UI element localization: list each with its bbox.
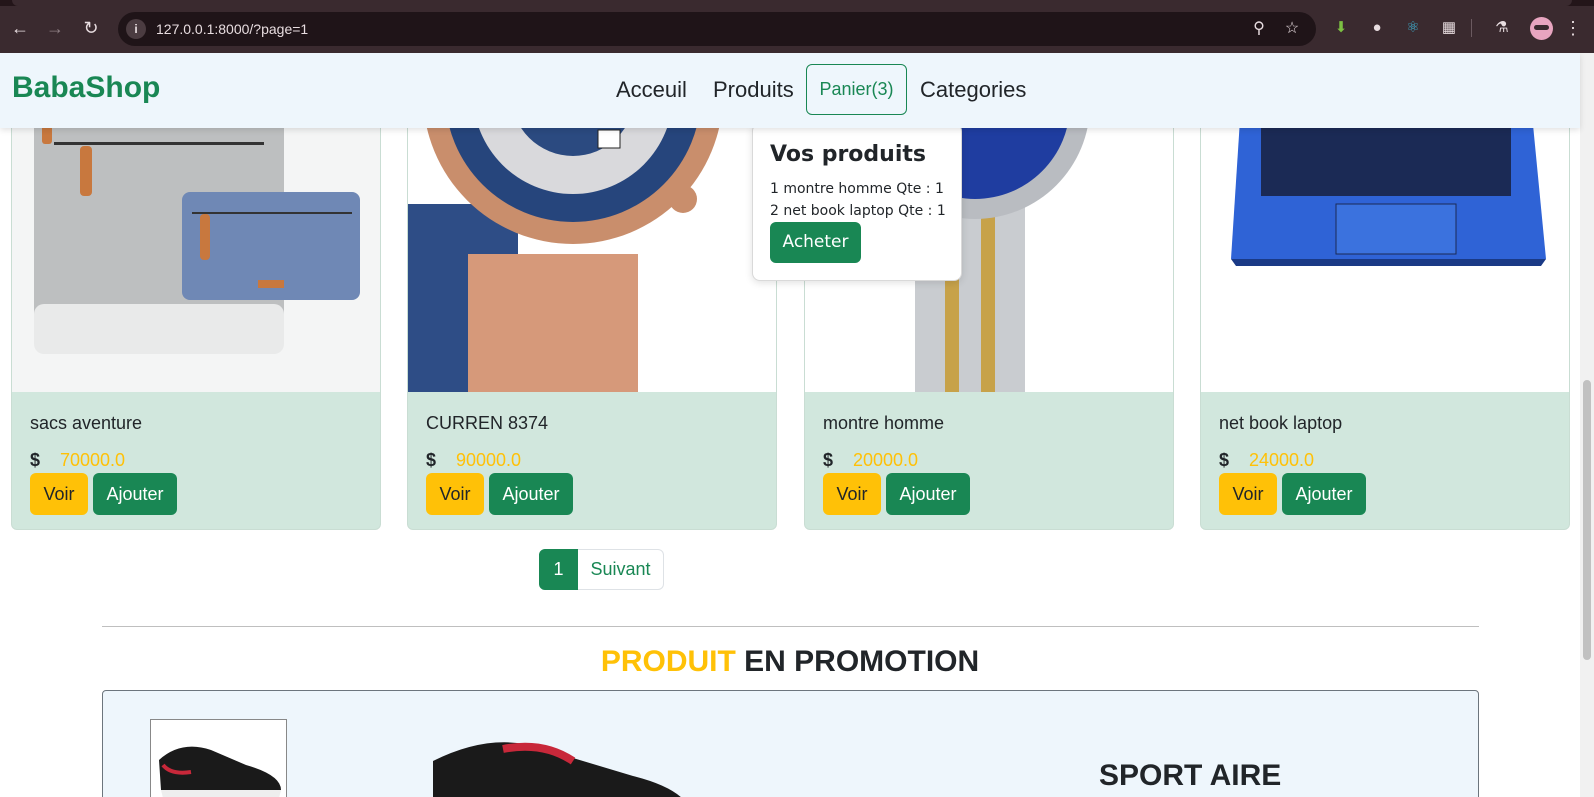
promo-title-rest: EN PROMOTION: [735, 645, 980, 678]
page-scrollbar[interactable]: [1580, 53, 1594, 797]
nav-link-produits[interactable]: Produits: [713, 77, 794, 103]
view-button[interactable]: Voir: [1219, 473, 1277, 515]
product-name[interactable]: sacs aventure: [30, 413, 142, 434]
view-button[interactable]: Voir: [823, 473, 881, 515]
nav-link-categories[interactable]: Categories: [920, 77, 1026, 103]
zoom-icon[interactable]: ⚲: [1248, 18, 1270, 40]
page-1-button[interactable]: 1: [539, 549, 578, 590]
add-to-cart-button[interactable]: Ajouter: [1282, 473, 1366, 515]
promo-product-name: SPORT AIRE: [1099, 759, 1282, 792]
section-divider: [102, 626, 1479, 627]
product-price: 90000.0: [456, 450, 522, 470]
add-to-cart-button[interactable]: Ajouter: [489, 473, 573, 515]
address-bar[interactable]: i 127.0.0.1:8000/?page=1 ⚲ ☆: [118, 12, 1316, 46]
next-page-button[interactable]: Suivant: [578, 549, 664, 590]
active-tab[interactable]: [12, 0, 1572, 6]
profile-avatar[interactable]: [1530, 17, 1553, 40]
product-currency: $: [426, 450, 437, 470]
menu-kebab-icon[interactable]: ⋮: [1562, 17, 1584, 39]
product-price: 20000.0: [853, 450, 919, 470]
cart-button[interactable]: Panier(3): [806, 64, 907, 115]
add-to-cart-button[interactable]: Ajouter: [93, 473, 177, 515]
url-text[interactable]: 127.0.0.1:8000/?page=1: [156, 21, 308, 37]
product-name[interactable]: montre homme: [823, 413, 944, 434]
browser-toolbar: ← → ↻ i 127.0.0.1:8000/?page=1 ⚲ ☆ ⬇ ● ⚛…: [0, 0, 1594, 53]
product-currency: $: [1219, 450, 1230, 470]
promo-section-title: PRODUIT EN PROMOTION: [0, 645, 1580, 679]
cart-popover: Vos produits 1 montre homme Qte : 1 2 ne…: [752, 123, 962, 281]
promo-product-image[interactable]: [433, 731, 693, 797]
product-name[interactable]: net book laptop: [1219, 413, 1342, 434]
view-button[interactable]: Voir: [426, 473, 484, 515]
product-name[interactable]: CURREN 8374: [426, 413, 548, 434]
nav-link-acceuil[interactable]: Acceuil: [616, 77, 687, 103]
cart-line-item: 2 net book laptop Qte : 1: [770, 203, 946, 219]
download-extension-icon[interactable]: ⬇: [1330, 17, 1352, 39]
promo-title-highlight: PRODUIT: [600, 645, 736, 678]
cart-line-item: 1 montre homme Qte : 1: [770, 181, 944, 197]
cookie-extension-icon[interactable]: ●: [1366, 17, 1388, 39]
toolbar-divider: [1471, 19, 1472, 37]
reload-icon[interactable]: ↻: [80, 17, 102, 39]
tab-strip: [0, 0, 1594, 6]
scrollbar-thumb[interactable]: [1583, 380, 1591, 660]
promo-thumbnail-shoe[interactable]: [150, 719, 287, 797]
site-navbar: BabaShop Acceuil Produits Panier(3) Cate…: [0, 53, 1580, 128]
site-info-icon[interactable]: i: [126, 19, 146, 39]
product-price: 70000.0: [60, 450, 126, 470]
bookmark-star-icon[interactable]: ☆: [1281, 18, 1303, 40]
add-to-cart-button[interactable]: Ajouter: [886, 473, 970, 515]
page-viewport: BabaShop Acceuil Produits Panier(3) Cate…: [0, 53, 1594, 797]
buy-button[interactable]: Acheter: [770, 222, 861, 263]
product-price: 24000.0: [1249, 450, 1315, 470]
react-devtools-icon[interactable]: ⚛: [1402, 17, 1424, 39]
cart-popover-title: Vos produits: [770, 142, 926, 167]
pagination: 1 Suivant: [539, 549, 664, 590]
view-button[interactable]: Voir: [30, 473, 88, 515]
forward-icon[interactable]: →: [44, 17, 66, 39]
extensions-puzzle-icon[interactable]: ▦: [1438, 17, 1460, 39]
back-icon[interactable]: ←: [9, 17, 31, 39]
brand-logo[interactable]: BabaShop: [12, 71, 160, 105]
labs-flask-icon[interactable]: ⚗: [1491, 17, 1513, 39]
promo-card: SPORT AIRE: [102, 690, 1479, 797]
product-currency: $: [30, 450, 41, 470]
product-currency: $: [823, 450, 834, 470]
